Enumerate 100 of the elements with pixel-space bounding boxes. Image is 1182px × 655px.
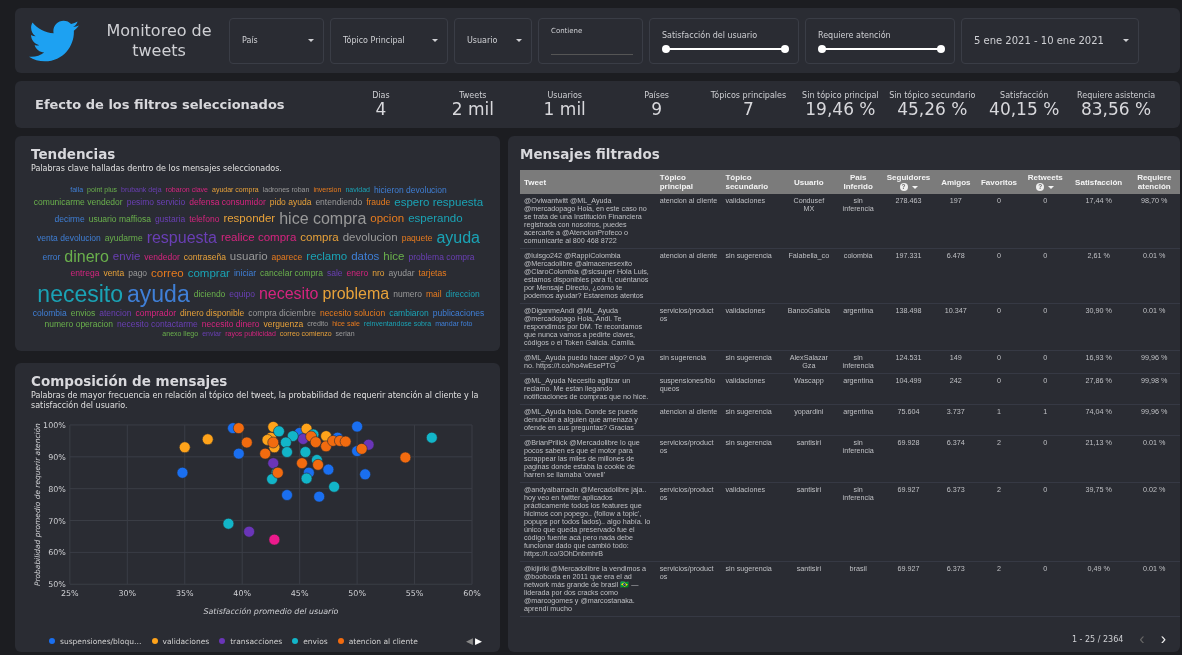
metric-value: 2 mil — [451, 99, 494, 119]
cloud-word: ayudar — [388, 268, 415, 278]
card-title: Tendencias — [31, 146, 117, 162]
axis-tick-label: 70% — [48, 516, 66, 526]
axis-tick-label: 60% — [463, 589, 481, 599]
cloud-word: tarjetas — [418, 268, 447, 278]
cloud-word: envie — [112, 250, 141, 263]
cloud-word: responder — [223, 212, 276, 225]
cloud-word: realice compra — [220, 231, 297, 244]
cloud-word: mail — [426, 288, 442, 299]
cloud-word: reclamo — [306, 250, 348, 263]
cloud-word: necesito — [258, 284, 319, 303]
cloud-word: paquete — [401, 232, 433, 243]
cloud-word: sale — [326, 268, 343, 278]
cloud-word: respuesta — [146, 228, 217, 247]
axis-tick-label: 90% — [48, 452, 66, 462]
cloud-word: devolucion — [342, 231, 398, 244]
cloud-word: ayuda — [127, 280, 190, 307]
axis-tick-label: 60% — [48, 548, 66, 558]
cloud-word: dinero — [64, 247, 109, 266]
cloud-word: pido ayuda — [269, 197, 312, 207]
cloud-word: necesito dinero — [201, 318, 260, 329]
cloud-word: espero respuesta — [394, 195, 484, 209]
summary-title: Efecto de los filtros seleccionados — [35, 97, 286, 112]
cloud-word: vendedor — [144, 251, 180, 262]
cloud-word: opcion — [370, 212, 405, 225]
cloud-word: pago — [128, 268, 148, 278]
cloud-word: compra — [300, 231, 339, 244]
cloud-word: numero operacion — [44, 318, 113, 329]
axis-tick-label: 45% — [290, 589, 309, 599]
metric-value: 45,26 % — [897, 99, 968, 119]
cloud-word: gustaria — [154, 213, 186, 224]
metric-label: Tweets — [459, 90, 487, 100]
axis-tick-label: 40% — [233, 589, 252, 599]
cloud-word: hice — [383, 250, 405, 263]
axis-tick-label: 80% — [48, 484, 66, 494]
cloud-word: correo — [151, 266, 184, 280]
cloud-word: envios — [70, 307, 96, 318]
cloud-word: entrega — [70, 268, 100, 278]
metric-label: Sin tópico principal — [802, 90, 879, 100]
cloud-word: usuario — [229, 250, 268, 263]
cloud-word: colombia — [32, 307, 67, 318]
card-title: Composición de mensajes — [31, 373, 229, 389]
metric-value: 7 — [743, 99, 754, 119]
cloud-word: esperando — [408, 212, 463, 225]
cloud-word: problema — [322, 284, 390, 303]
card-title: Mensajes filtrados — [520, 146, 661, 162]
cloud-word: fraude — [366, 197, 391, 207]
cloud-word: dinero disponible — [180, 307, 245, 318]
cloud-word: pesimo servicio — [126, 197, 186, 207]
metric-label: Satisfacción — [1000, 90, 1049, 100]
metric-label: Dias — [372, 90, 390, 100]
cloud-word: verguenza — [263, 318, 304, 329]
cloud-word: cambiaron — [389, 307, 429, 318]
axis-tick-label: 50% — [348, 589, 366, 599]
axis-tick-label: 30% — [118, 589, 137, 599]
metric-label: Requiere asistencia — [1077, 90, 1156, 100]
cloud-word: cancelar compra — [260, 268, 323, 278]
axis-tick-label: 35% — [175, 589, 194, 599]
cloud-word: nro — [372, 268, 385, 278]
cloud-word: necesito solucion — [319, 307, 386, 318]
x-axis-title: Satisfacción promedio del usuario — [203, 607, 339, 617]
dashboard-title: Monitoreo de tweets — [105, 20, 213, 61]
metric-value: 19,46 % — [805, 99, 876, 119]
cloud-word: problema compra — [408, 251, 475, 262]
metric-label: Usuarios — [547, 90, 582, 100]
cloud-word: necesito — [37, 280, 123, 307]
metric-value: 40,15 % — [989, 99, 1060, 119]
card-subtitle: Palabras de mayor frecuencia en relación al tópico del tweet, la probabilidad de requerir atención al cliente y la satisfacción del usuario. — [31, 391, 480, 411]
metric-label: Países — [644, 90, 670, 100]
cloud-word: enero — [346, 268, 369, 278]
page-range: 1 - 25 / 2364 — [1071, 634, 1124, 644]
metric-label: Tópicos principales — [710, 90, 787, 100]
metric-value: 4 — [375, 99, 387, 119]
cloud-word: telefono — [189, 213, 220, 224]
axis-tick-label: 55% — [405, 589, 424, 599]
cloud-word: comprador — [135, 307, 177, 318]
axis-tick-label: 50% — [48, 580, 66, 590]
cloud-word: contraseña — [183, 251, 226, 262]
cloud-word: error — [42, 251, 61, 262]
cloud-word: hice compra — [279, 209, 367, 228]
cloud-word: datos — [351, 250, 380, 263]
cloud-word: diciendo — [193, 288, 226, 299]
metric-value: 83,56 % — [1080, 99, 1152, 119]
cloud-word: decirme — [54, 213, 85, 224]
cloud-word: numero — [393, 288, 422, 299]
cloud-word: aparece — [271, 251, 303, 262]
cloud-word: venta — [103, 268, 125, 278]
cloud-word: comunicarme vendedor — [33, 197, 123, 207]
cloud-word: usuario maffiosa — [88, 213, 151, 224]
cloud-word: equipo — [229, 288, 255, 299]
metric-value: 1 mil — [543, 99, 586, 119]
cloud-word: venta devolucion — [37, 232, 101, 243]
cloud-word: defensa consumidor — [189, 197, 266, 207]
cloud-word: entendiendo — [315, 197, 363, 207]
cloud-word: publicaciones — [432, 307, 485, 318]
metric-label: Sin tópico secundario — [889, 90, 976, 100]
cloud-word: hicieron devolucion — [373, 184, 447, 195]
cloud-word: necesito contactarme — [117, 318, 198, 329]
axis-tick-label: 25% — [61, 589, 79, 599]
